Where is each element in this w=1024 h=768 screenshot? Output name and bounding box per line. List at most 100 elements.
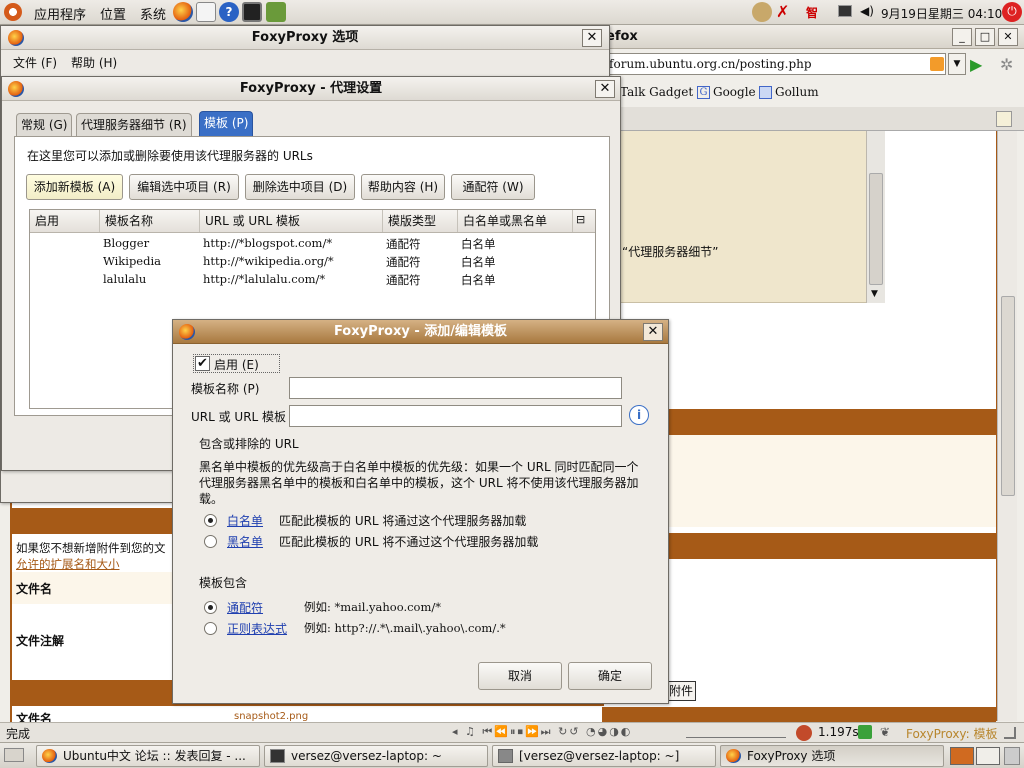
tab-strip [600, 107, 1024, 131]
network-icon[interactable] [838, 5, 852, 17]
blacklist-radio[interactable] [204, 535, 217, 548]
col-enabled[interactable]: 启用 [30, 210, 100, 232]
cancel-button[interactable]: 取消 [478, 662, 562, 690]
foxyproxy-status[interactable]: FoxyProxy: 模板 [906, 725, 998, 742]
menu-system[interactable]: 系统 [140, 4, 166, 23]
tab-general[interactable]: 常规 (G) [16, 113, 73, 137]
url-bar[interactable]: /forum.ubuntu.org.cn/posting.php [600, 53, 946, 75]
table-row[interactable]: Wikipedia http://*wikipedia.org/* 通配符 白名… [30, 252, 595, 270]
whitelist-radio[interactable] [204, 514, 217, 527]
volume-slider[interactable] [686, 726, 786, 738]
options-close-button[interactable]: ✕ [582, 29, 602, 47]
bookmark-gollum[interactable]: Gollum [775, 85, 819, 99]
ubuntu-logo-icon[interactable] [4, 3, 22, 21]
whitelist-description: 匹配此模板的 URL 将通过这个代理服务器加载 [279, 514, 527, 528]
column-picker-icon[interactable]: ⊟ [576, 213, 585, 226]
extensions-link[interactable]: 允许的扩展名和大小 [16, 556, 120, 572]
delete-pattern-button[interactable]: 删除选中项目 (D) [245, 174, 355, 200]
mail-launcher-icon[interactable] [196, 2, 216, 22]
bookmark-google[interactable]: Google [713, 85, 756, 99]
blacklist-link[interactable]: 黑名单 [227, 533, 263, 550]
attach-button[interactable]: 附件 [666, 681, 696, 701]
col-list[interactable]: 白名单或黑名单 [458, 210, 573, 232]
help-button[interactable]: 帮助内容 (H) [361, 174, 445, 200]
editor-launcher-icon[interactable] [266, 2, 286, 22]
page-scrollbar[interactable] [997, 131, 1017, 721]
tab-patterns[interactable]: 模板 (P) [199, 111, 254, 137]
edit-close-button[interactable]: ✕ [643, 323, 663, 341]
tab-proxy-details[interactable]: 代理服务器细节 (R) [76, 113, 192, 137]
task-foxyproxy[interactable]: FoxyProxy 选项 [720, 745, 944, 767]
tray-xiaohong-icon[interactable]: 智 [806, 4, 818, 21]
menu-file[interactable]: 文件 (F) [13, 54, 57, 71]
pattern-name-input[interactable] [289, 377, 622, 399]
go-icon[interactable]: ▶ [970, 55, 982, 74]
info-icon[interactable]: i [629, 405, 649, 425]
new-tab-icon[interactable] [996, 111, 1012, 127]
bookmarks-bar: Talk Gadget G Google Gollum [600, 81, 1024, 105]
power-icon[interactable]: ⏻ [1002, 2, 1022, 22]
row-type: 通配符 [386, 273, 421, 287]
task-firefox[interactable]: Ubuntu中文 论坛 :: 发表回复 - ... [36, 745, 260, 767]
tray-x-icon[interactable]: ✗ [776, 2, 789, 21]
tray-app-icon[interactable] [752, 2, 772, 22]
enable-checkbox[interactable]: ✔ [195, 356, 210, 371]
scroll-thumb[interactable] [869, 173, 883, 285]
quote-scrollbar[interactable]: ▼ [866, 131, 885, 303]
row-url: http://*blogspot.com/* [203, 236, 333, 250]
table-row[interactable]: lalulalu http://*lalulalu.com/* 通配符 白名单 [30, 270, 595, 288]
menu-places[interactable]: 位置 [100, 4, 126, 23]
wildcards-button[interactable]: 通配符 (W) [451, 174, 535, 200]
wildcard-radio[interactable] [204, 601, 217, 614]
col-type[interactable]: 模版类型 [383, 210, 458, 232]
task-terminal-1[interactable]: versez@versez-laptop: ~ [264, 745, 488, 767]
whitelist-link[interactable]: 白名单 [227, 512, 263, 529]
maximize-button[interactable]: □ [975, 28, 995, 46]
url-dropdown-icon[interactable]: ▼ [948, 53, 966, 75]
resize-grip-icon[interactable] [1004, 727, 1016, 739]
include-heading: 包含或排除的 URL [199, 437, 299, 451]
show-desktop-icon[interactable] [4, 748, 24, 762]
trash-icon[interactable] [1004, 747, 1020, 765]
col-name[interactable]: 模板名称 [100, 210, 200, 232]
quote-box: “代理服务器细节” ▼ [600, 131, 885, 303]
firefox-icon [42, 749, 57, 763]
enable-checkbox-row[interactable]: ✔ 启用 (E) [193, 354, 280, 373]
rss-icon[interactable] [930, 57, 944, 71]
terminal-launcher-icon[interactable] [242, 2, 262, 22]
regex-link[interactable]: 正则表达式 [227, 620, 287, 637]
proxy-close-button[interactable]: ✕ [595, 80, 615, 98]
workspace-1[interactable] [950, 747, 974, 765]
addon-icon[interactable] [858, 725, 872, 739]
clock[interactable]: 9月19日星期三 04:10 [881, 5, 1002, 22]
add-pattern-button[interactable]: 添加新模板 (A) [26, 174, 123, 200]
search-engine-icon[interactable]: ✲ [1000, 55, 1013, 74]
close-button[interactable]: ✕ [998, 28, 1018, 46]
row-type: 通配符 [386, 237, 421, 251]
menu-help[interactable]: 帮助 (H) [71, 54, 117, 71]
task-terminal-2[interactable]: [versez@versez-laptop: ~] [492, 745, 716, 767]
row-name: Blogger [103, 236, 150, 250]
row-name: lalulalu [103, 272, 147, 286]
volume-icon[interactable]: ◀) [860, 4, 874, 18]
minimize-button[interactable]: _ [952, 28, 972, 46]
page-scroll-thumb[interactable] [1001, 296, 1015, 496]
url-pattern-input[interactable] [289, 405, 622, 427]
edit-pattern-button[interactable]: 编辑选中项目 (R) [129, 174, 239, 200]
foxyproxy-icon[interactable]: ❦ [880, 725, 890, 739]
bookmark-talk-gadget[interactable]: Talk Gadget [620, 85, 693, 99]
row-type: 通配符 [386, 255, 421, 269]
firefox-launcher-icon[interactable] [173, 2, 193, 22]
menu-applications[interactable]: 应用程序 [34, 4, 86, 23]
table-row[interactable]: Blogger http://*blogspot.com/* 通配符 白名单 [30, 234, 595, 252]
ok-button[interactable]: 确定 [568, 662, 652, 690]
col-url[interactable]: URL 或 URL 模板 [200, 210, 383, 232]
scroll-down-icon[interactable]: ▼ [871, 289, 878, 299]
status-text: 完成 [6, 727, 31, 741]
firebug-icon[interactable] [796, 725, 812, 741]
media-controls-icon[interactable]: ◂ ♫ ⏮⏪⏸⏹⏩⏭ ↻↺ ◔◕◑◐ [452, 725, 632, 739]
regex-radio[interactable] [204, 622, 217, 635]
workspace-2[interactable] [976, 747, 1000, 765]
name-label: 模板名称 (P) [191, 382, 260, 396]
wildcard-link[interactable]: 通配符 [227, 599, 263, 616]
